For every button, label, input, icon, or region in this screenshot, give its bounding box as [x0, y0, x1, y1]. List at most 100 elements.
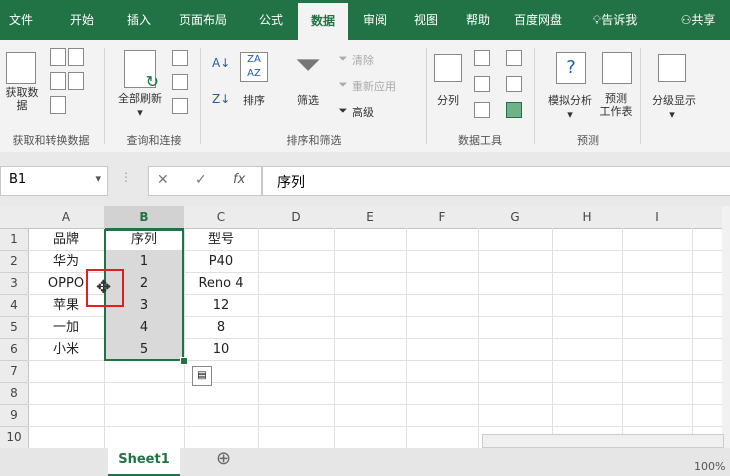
column-header-g[interactable]: G — [478, 206, 553, 229]
group-label-get-transform: 获取和转换数据 — [12, 134, 90, 147]
filter-icon[interactable]: ⏷ — [292, 46, 324, 82]
cell-c4[interactable]: 12 — [184, 295, 258, 317]
text-to-columns-icon[interactable] — [434, 54, 462, 82]
column-header-next — [692, 206, 723, 229]
cell-c6[interactable]: 10 — [184, 339, 258, 361]
insert-function-icon[interactable]: fx — [233, 172, 245, 187]
existing-connections-icon[interactable] — [50, 96, 66, 114]
what-if-analysis-icon[interactable]: ? — [556, 52, 586, 84]
outline-dropdown-icon[interactable]: ▾ — [664, 108, 680, 121]
tell-me-box[interactable]: 💡︎告诉我 — [580, 0, 650, 40]
tab-help[interactable]: 帮助 — [456, 0, 500, 40]
forecast-sheet-button[interactable]: 预测 工作表 — [596, 92, 636, 118]
column-header-i[interactable]: I — [622, 206, 693, 229]
consolidate-icon[interactable] — [506, 50, 522, 66]
queries-connections-icon[interactable] — [172, 50, 188, 66]
data-validation-icon[interactable] — [474, 102, 490, 118]
chevron-down-icon[interactable]: ▾ — [95, 172, 101, 185]
filter-button[interactable]: 筛选 — [290, 92, 326, 108]
quick-analysis-icon[interactable]: ▤ — [192, 366, 212, 386]
from-web-icon[interactable] — [68, 48, 84, 66]
tab-page-layout[interactable]: 页面布局 — [168, 0, 238, 40]
zoom-level[interactable]: 100% — [694, 460, 725, 473]
sort-icon[interactable]: ZA AZ — [240, 52, 268, 82]
row-header-3[interactable]: 3 — [0, 273, 29, 295]
sort-asc-icon[interactable]: A↓ — [212, 56, 230, 70]
advanced-filter-icon[interactable]: ⏷ — [336, 104, 350, 118]
get-data-icon[interactable] — [6, 52, 36, 84]
text-to-columns-button[interactable]: 分列 — [430, 92, 466, 108]
cell-a5[interactable]: 一加 — [28, 317, 104, 339]
column-header-e[interactable]: E — [334, 206, 407, 229]
group-label-data-tools: 数据工具 — [458, 134, 502, 147]
row-header-2[interactable]: 2 — [0, 251, 29, 273]
vertical-scrollbar[interactable] — [722, 206, 730, 448]
tab-view[interactable]: 视图 — [404, 0, 448, 40]
column-header-f[interactable]: F — [406, 206, 479, 229]
from-text-icon[interactable] — [50, 48, 66, 66]
column-header-c[interactable]: C — [184, 206, 259, 229]
row-header-10[interactable]: 10 — [0, 427, 29, 449]
cell-c2[interactable]: P40 — [184, 251, 258, 273]
row-header-9[interactable]: 9 — [0, 405, 29, 427]
cell-c1[interactable]: 型号 — [184, 229, 258, 251]
cell-c5[interactable]: 8 — [184, 317, 258, 339]
column-header-b[interactable]: B — [104, 206, 185, 230]
sort-desc-icon[interactable]: Z↓ — [212, 92, 230, 106]
outline-icon[interactable] — [658, 54, 686, 82]
refresh-dropdown-icon[interactable]: ▾ — [132, 106, 148, 119]
cell-b5[interactable]: 4 — [104, 317, 184, 339]
sheet-tab[interactable]: Sheet1 — [108, 446, 180, 476]
cell-b1[interactable]: 序列 — [104, 229, 184, 251]
row-header-1[interactable]: 1 — [0, 229, 29, 251]
cell-b6[interactable]: 5 — [104, 339, 184, 361]
get-data-button[interactable]: 获取数 据 — [0, 86, 44, 112]
row-header-5[interactable]: 5 — [0, 317, 29, 339]
flash-fill-icon[interactable] — [474, 50, 490, 66]
formula-value: 序列 — [277, 175, 305, 191]
row-header-7[interactable]: 7 — [0, 361, 29, 383]
column-header-d[interactable]: D — [258, 206, 335, 229]
tab-data[interactable]: 数据 — [298, 3, 348, 41]
tab-insert[interactable]: 插入 — [115, 0, 163, 40]
cell-c3[interactable]: Reno 4 — [184, 273, 258, 295]
enter-icon[interactable]: ✓ — [195, 172, 207, 188]
row-header-4[interactable]: 4 — [0, 295, 29, 317]
edit-links-icon[interactable] — [172, 98, 188, 114]
name-box[interactable]: B1 ▾ — [0, 166, 108, 196]
relationships-icon[interactable] — [506, 76, 522, 92]
cell-a1[interactable]: 品牌 — [28, 229, 104, 251]
column-header-h[interactable]: H — [552, 206, 623, 229]
what-if-analysis-button[interactable]: 模拟分析 — [542, 92, 598, 108]
advanced-filter-button[interactable]: 高级 — [352, 104, 382, 120]
formula-input[interactable]: 序列 — [262, 166, 730, 196]
row-header-8[interactable]: 8 — [0, 383, 29, 405]
cell-a6[interactable]: 小米 — [28, 339, 104, 361]
tab-home[interactable]: 开始 — [56, 0, 108, 40]
data-model-icon[interactable] — [506, 102, 522, 118]
tab-baidu-netdisk[interactable]: 百度网盘 — [506, 0, 570, 40]
recent-sources-icon[interactable] — [68, 72, 84, 90]
horizontal-scrollbar[interactable] — [482, 434, 724, 448]
share-button[interactable]: ⚇共享 — [668, 0, 728, 40]
select-all-corner[interactable] — [0, 206, 29, 229]
properties-icon[interactable] — [172, 74, 188, 90]
forecast-sheet-icon[interactable] — [602, 52, 632, 84]
sort-button[interactable]: 排序 — [236, 92, 272, 108]
remove-duplicates-icon[interactable] — [474, 76, 490, 92]
refresh-all-button[interactable]: 全部刷新 — [110, 90, 170, 106]
tab-review[interactable]: 审阅 — [354, 0, 396, 40]
add-sheet-icon[interactable]: ⊕ — [216, 448, 231, 469]
cancel-icon[interactable]: ✕ — [157, 172, 169, 188]
column-header-a[interactable]: A — [28, 206, 105, 229]
tab-file[interactable]: 文件 — [0, 0, 42, 40]
outline-button[interactable]: 分级显示 — [644, 92, 704, 108]
gridline — [28, 382, 722, 383]
group-label-queries: 查询和连接 — [126, 134, 182, 147]
tab-formulas[interactable]: 公式 — [248, 0, 294, 40]
row-header-6[interactable]: 6 — [0, 339, 29, 361]
refresh-all-icon[interactable]: ↻ — [124, 50, 159, 91]
what-if-dropdown-icon[interactable]: ▾ — [562, 108, 578, 121]
gridline — [622, 228, 623, 452]
from-table-icon[interactable] — [50, 72, 66, 90]
